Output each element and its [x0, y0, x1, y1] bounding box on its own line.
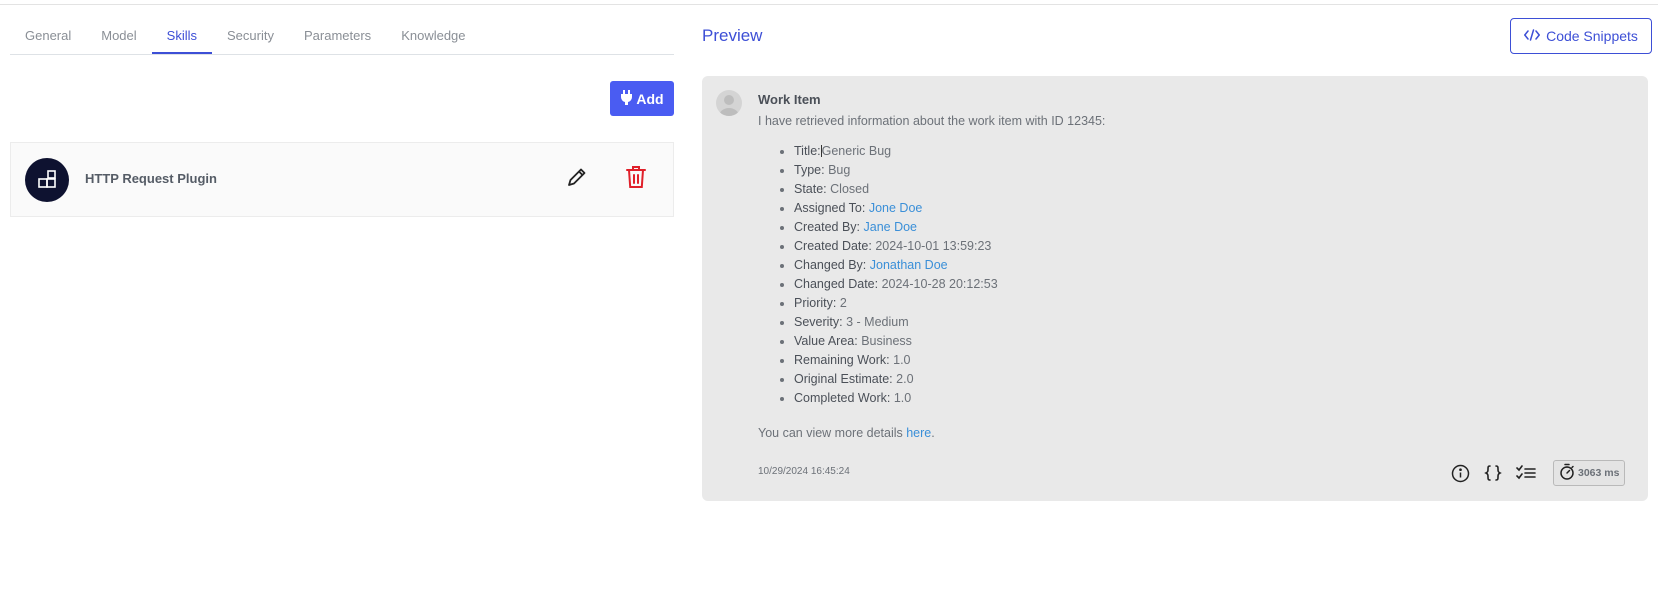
footer-text: You can view more details [758, 426, 907, 440]
message-actions: 3063 ms [1450, 460, 1626, 486]
avatar [716, 90, 742, 116]
json-braces-icon[interactable] [1483, 463, 1503, 483]
pencil-icon[interactable] [564, 164, 590, 190]
detail-key: Remaining Work: [794, 353, 890, 367]
list-item: State: Closed [794, 180, 998, 199]
list-item: Priority: 2 [794, 294, 998, 313]
tab-parameters[interactable]: Parameters [289, 19, 386, 54]
chat-message: Work Item I have retrieved information a… [702, 76, 1648, 501]
checklist-icon[interactable] [1516, 463, 1536, 483]
detail-value: Closed [830, 182, 870, 196]
preview-title: Preview [702, 26, 763, 45]
add-skill-button[interactable]: Add [610, 81, 674, 116]
list-item: Changed Date: 2024-10-28 20:12:53 [794, 275, 998, 294]
tab-knowledge[interactable]: Knowledge [386, 19, 480, 54]
detail-value: 2024-10-28 20:12:53 [881, 277, 998, 291]
detail-key: Title: [794, 144, 821, 158]
detail-value: 2.0 [896, 372, 914, 386]
detail-key: Assigned To: [794, 201, 866, 215]
trash-icon[interactable] [625, 164, 647, 190]
detail-key: Created Date: [794, 239, 872, 253]
message-footer: You can view more details here. [758, 426, 935, 440]
code-snippets-button[interactable]: Code Snippets [1510, 18, 1652, 54]
detail-value: 1.0 [893, 353, 911, 367]
detail-key: Priority: [794, 296, 837, 310]
response-time: 3063 ms [1578, 467, 1620, 479]
detail-key: Value Area: [794, 334, 858, 348]
list-item: Created Date: 2024-10-01 13:59:23 [794, 237, 998, 256]
footer-period: . [931, 426, 935, 440]
detail-value: Bug [828, 163, 851, 177]
message-timestamp: 10/29/2024 16:45:24 [758, 466, 850, 477]
info-icon[interactable] [1450, 463, 1470, 483]
person-link[interactable]: Jonathan Doe [870, 258, 948, 272]
tab-model[interactable]: Model [86, 19, 151, 54]
tab-general[interactable]: General [10, 19, 86, 54]
add-button-label: Add [636, 90, 664, 107]
settings-tabs: General Model Skills Security Parameters… [10, 19, 674, 55]
list-item: Assigned To: Jone Doe [794, 199, 998, 218]
detail-key: Changed By: [794, 258, 867, 272]
list-item: Value Area: Business [794, 332, 998, 351]
person-link[interactable]: Jone Doe [869, 201, 923, 215]
detail-value: Generic Bug [821, 144, 892, 158]
plugin-card: HTTP Request Plugin [10, 142, 674, 217]
response-time-badge: 3063 ms [1553, 460, 1626, 486]
message-title: Work Item [758, 92, 821, 107]
detail-key: Type: [794, 163, 825, 177]
detail-value: 1.0 [893, 391, 912, 405]
plugin-name: HTTP Request Plugin [85, 171, 217, 186]
list-item: Remaining Work: 1.0 [794, 351, 998, 370]
details-link[interactable]: here [906, 426, 931, 440]
list-item: Created By: Jane Doe [794, 218, 998, 237]
work-item-details: Title:Generic Bug Type: Bug State: Close… [776, 142, 998, 408]
list-item: Severity: 3 - Medium [794, 313, 998, 332]
list-item: Original Estimate: 2.0 [794, 370, 998, 389]
tab-security[interactable]: Security [212, 19, 289, 54]
detail-key: Created By: [794, 220, 861, 234]
code-snippets-label: Code Snippets [1546, 28, 1638, 44]
plugin-icon [25, 158, 69, 202]
detail-key: Severity: [794, 315, 843, 329]
detail-value: 3 - Medium [846, 315, 909, 329]
detail-value: 2 [839, 296, 847, 310]
detail-key: Completed Work: [794, 391, 891, 405]
list-item: Title:Generic Bug [794, 142, 998, 161]
code-icon [1523, 28, 1541, 44]
detail-value: Business [861, 334, 912, 348]
list-item: Changed By: Jonathan Doe [794, 256, 998, 275]
detail-key: Original Estimate: [794, 372, 893, 386]
person-link[interactable]: Jane Doe [864, 220, 918, 234]
plug-icon [620, 89, 633, 108]
top-divider [0, 4, 1658, 5]
detail-key: State: [794, 182, 827, 196]
stopwatch-icon [1559, 463, 1575, 483]
detail-key: Changed Date: [794, 277, 879, 291]
list-item: Completed Work: 1.0 [794, 389, 998, 408]
message-intro: I have retrieved information about the w… [758, 114, 1106, 128]
detail-value: 2024-10-01 13:59:23 [875, 239, 992, 253]
tab-skills[interactable]: Skills [151, 19, 213, 54]
list-item: Type: Bug [794, 161, 998, 180]
